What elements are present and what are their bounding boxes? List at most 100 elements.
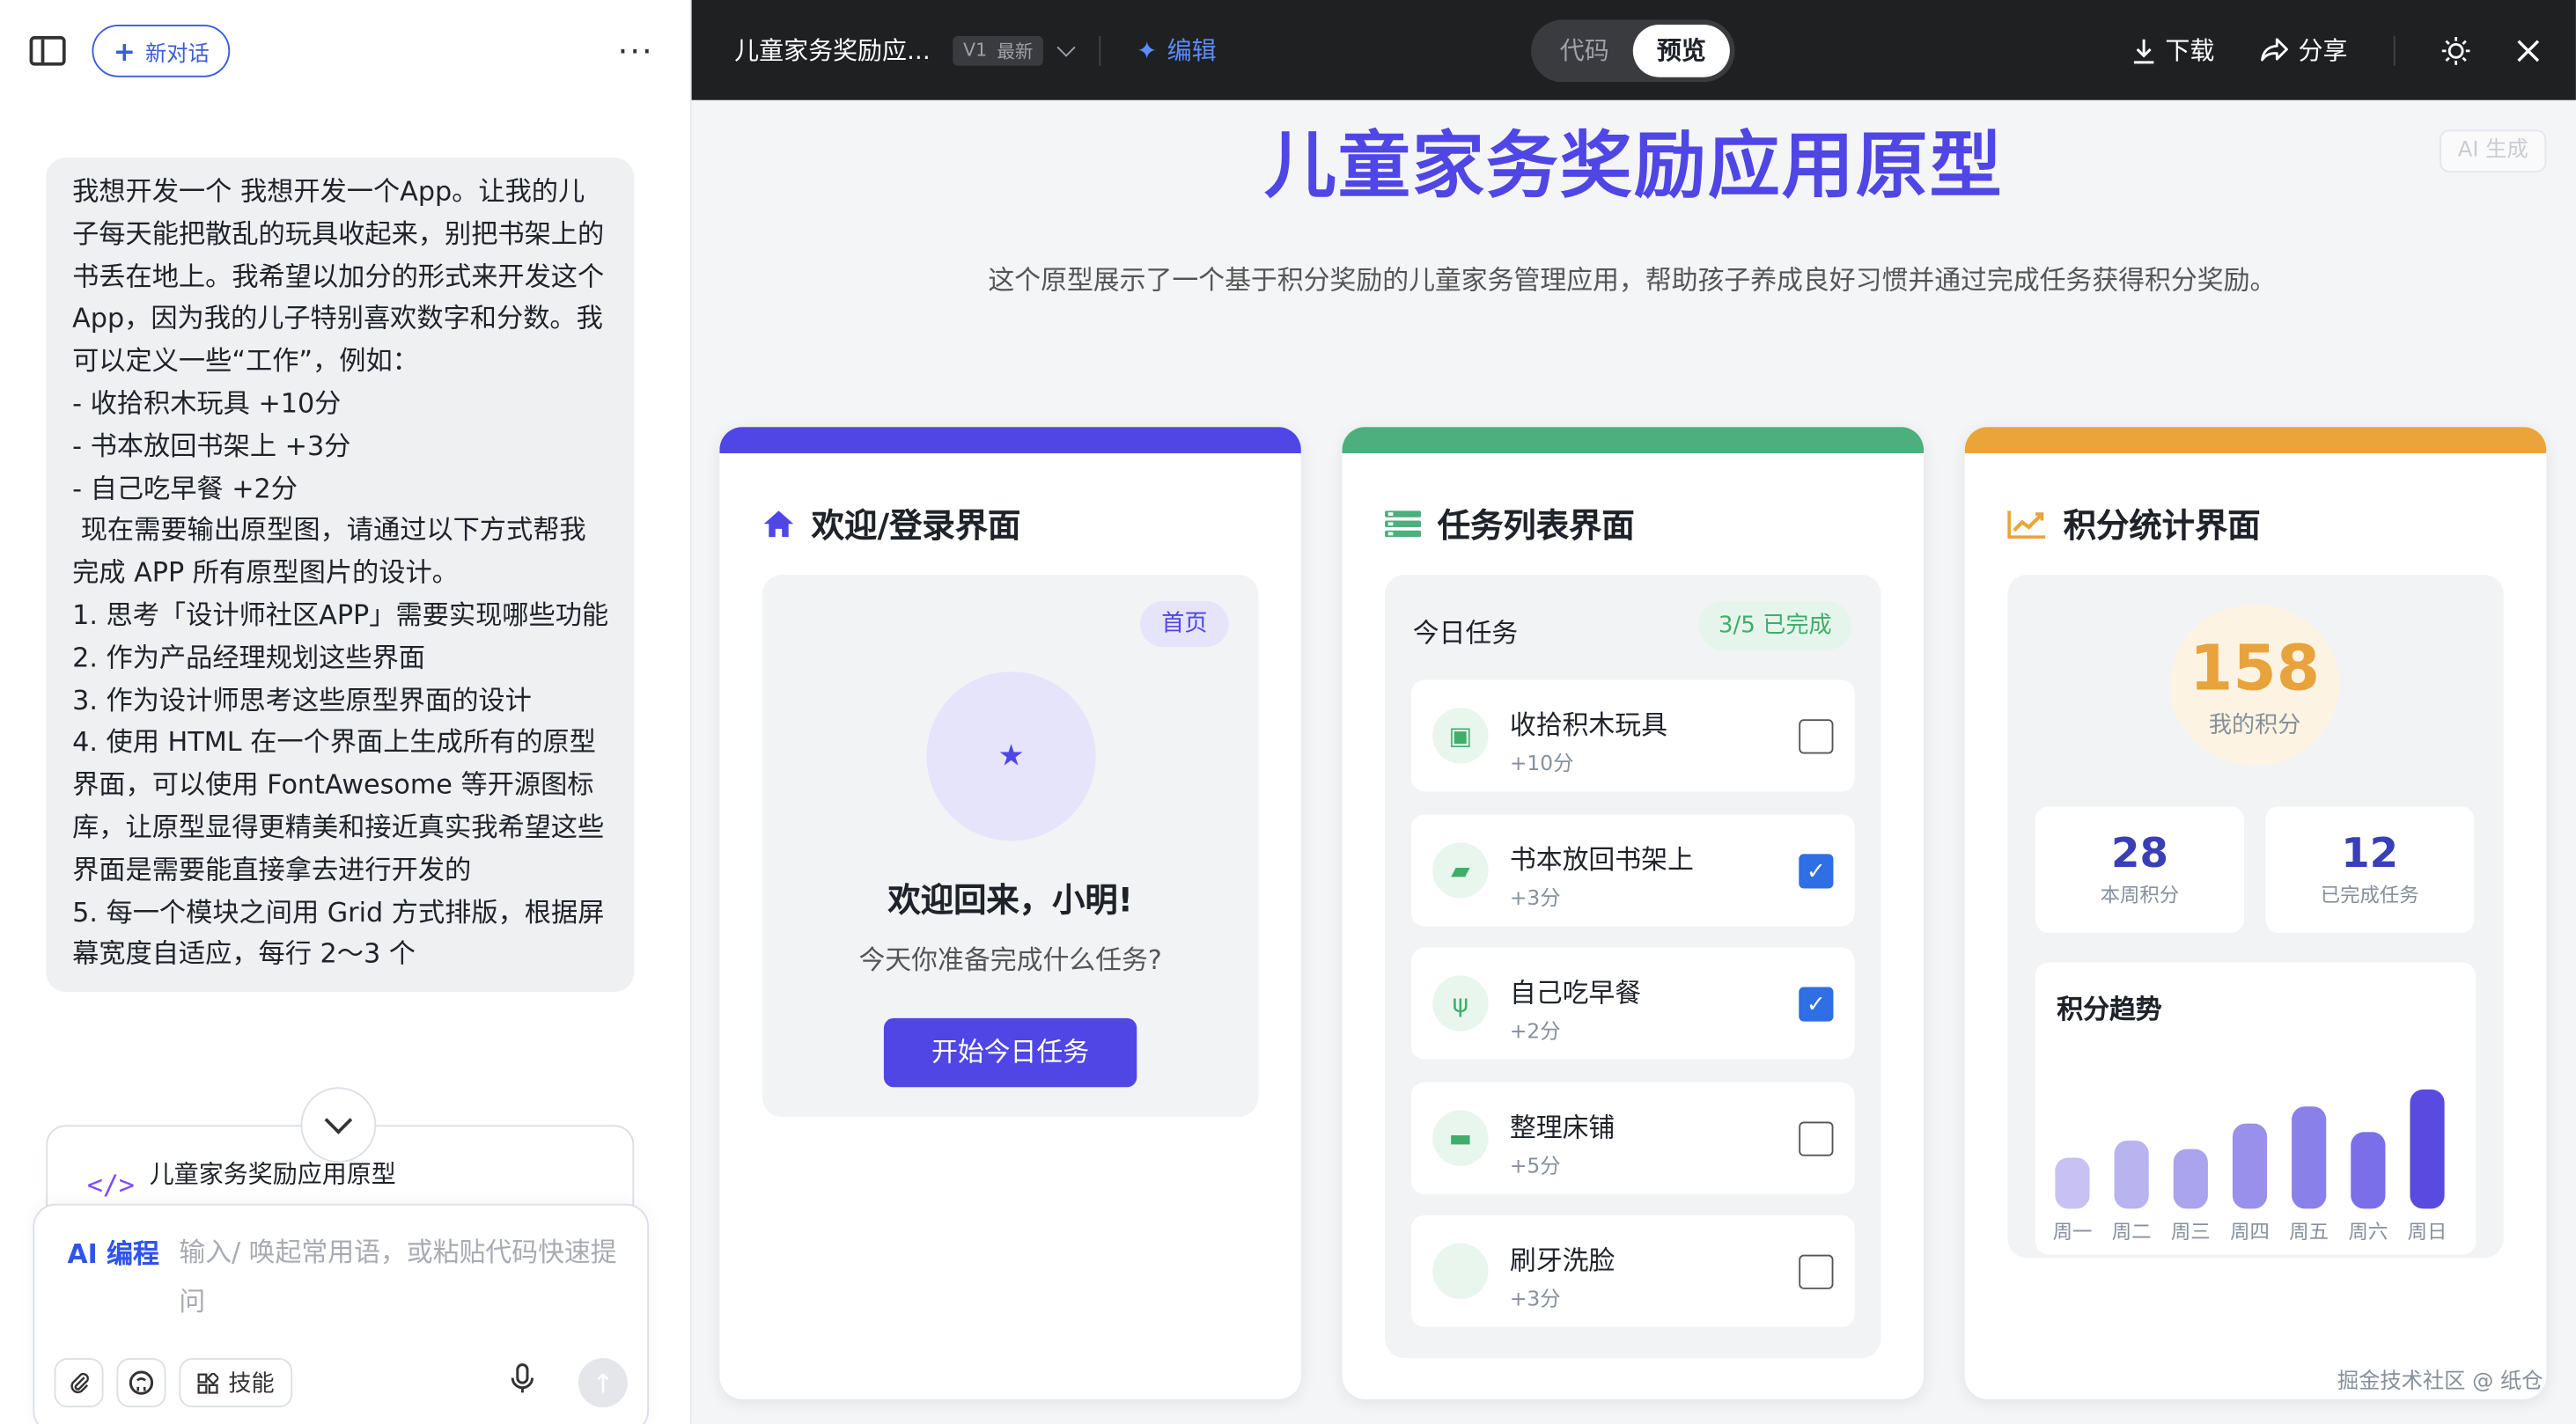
card-title: 任务列表界面 bbox=[1385, 499, 1635, 547]
chat-input-box[interactable]: AI 编程 输入/ 唤起常用语，或粘贴代码快速提问 技能 ↑ bbox=[33, 1203, 650, 1424]
task-item[interactable]: ▬ 整理床铺 +5分 bbox=[1410, 1082, 1855, 1194]
task-checkbox[interactable] bbox=[1799, 1254, 1834, 1289]
task-points: +5分 bbox=[1509, 1152, 1561, 1178]
artifact-title: 儿童家务奖励应用原型 bbox=[149, 1159, 396, 1189]
paperclip-icon bbox=[70, 1371, 89, 1393]
tasks-icon bbox=[1385, 510, 1422, 537]
divider bbox=[2393, 35, 2396, 65]
tasks-card-title: 任务列表界面 bbox=[1437, 505, 1635, 546]
stats-mockup: 158 我的积分 28 本周积分 12 已完成任务 积分趋势 周一 周二 周三 周四周… bbox=[2007, 575, 2504, 1259]
page-title: 儿童家务奖励应用原型 bbox=[1263, 124, 2004, 209]
skills-label: 技能 bbox=[228, 1371, 275, 1398]
tooth-icon bbox=[1432, 1243, 1489, 1300]
document-title[interactable]: 儿童家务奖励应... bbox=[734, 33, 931, 67]
trend-tick-label: 周二 bbox=[2112, 1221, 2152, 1244]
task-points: +10分 bbox=[1509, 750, 1574, 775]
completed-tasks-stat: 12 已完成任务 bbox=[2265, 806, 2475, 933]
code-icon: </> bbox=[86, 1169, 135, 1201]
home-badge[interactable]: 首页 bbox=[1140, 600, 1229, 648]
download-label: 下载 bbox=[2165, 36, 2215, 66]
share-button[interactable]: 分享 bbox=[2261, 33, 2348, 67]
task-list-card: 任务列表界面 今日任务 3/5 已完成 ▣ 收拾积木玩具 +10分 ▰ 书本放回… bbox=[1342, 427, 1925, 1399]
sidebar-toggle-icon[interactable] bbox=[29, 36, 66, 66]
total-points-circle: 158 我的积分 bbox=[2169, 604, 2340, 766]
task-name: 书本放回书架上 bbox=[1509, 844, 1694, 876]
task-item[interactable]: 刷牙洗脸 +3分 bbox=[1410, 1215, 1855, 1327]
attach-button[interactable] bbox=[54, 1358, 104, 1408]
download-button[interactable]: 下载 bbox=[2132, 33, 2214, 67]
user-message-text: 我想开发一个 我想开发一个App。让我的儿子每天能把散乱的玩具收起来，别把书架上… bbox=[72, 175, 609, 970]
send-button[interactable]: ↑ bbox=[578, 1358, 628, 1408]
edit-label: 编辑 bbox=[1167, 36, 1217, 66]
start-tasks-button[interactable]: 开始今日任务 bbox=[883, 1017, 1137, 1088]
plus-icon: + bbox=[113, 35, 136, 67]
today-tasks-heading: 今日任务 bbox=[1412, 617, 1519, 650]
chat-panel: + 新对话 ··· 我想开发一个 我想开发一个App。让我的儿子每天能把散乱的玩… bbox=[0, 0, 692, 1424]
tab-code[interactable]: 代码 bbox=[1536, 25, 1633, 77]
share-label: 分享 bbox=[2298, 36, 2348, 66]
task-name: 收拾积木玩具 bbox=[1509, 709, 1668, 741]
ai-coding-label[interactable]: AI 编程 bbox=[68, 1232, 159, 1272]
trend-bar-周六 bbox=[2351, 1132, 2386, 1209]
task-checkbox[interactable] bbox=[1799, 719, 1834, 754]
task-name: 自己吃早餐 bbox=[1509, 977, 1642, 1009]
microphone-button[interactable] bbox=[509, 1362, 535, 1404]
trend-bar-chart: 周一 周二 周三 周四 周五 周六 周日 bbox=[2053, 1089, 2447, 1244]
task-item[interactable]: ▣ 收拾积木玩具 +10分 bbox=[1410, 679, 1855, 792]
welcome-screen-card: 欢迎/登录界面 首页 ★ 欢迎回来，小明! 今天你准备完成什么任务? 开始今日任… bbox=[719, 427, 1301, 1399]
more-menu-button[interactable]: ··· bbox=[617, 31, 653, 70]
edit-button[interactable]: ✦ 编辑 bbox=[1137, 33, 1217, 67]
week-points-value: 28 bbox=[2110, 829, 2168, 877]
completed-tasks-label: 已完成任务 bbox=[2320, 883, 2419, 907]
stats-card-title: 积分统计界面 bbox=[2063, 505, 2261, 546]
trend-bar-周二 bbox=[2114, 1140, 2149, 1209]
trend-tick-label: 周六 bbox=[2348, 1221, 2388, 1244]
book-icon: ▰ bbox=[1432, 842, 1489, 899]
scroll-down-button[interactable] bbox=[300, 1087, 377, 1163]
task-item[interactable]: ▰ 书本放回书架上 +3分 ✓ bbox=[1410, 814, 1855, 927]
welcome-greeting: 欢迎回来，小明! bbox=[887, 880, 1133, 920]
new-chat-button[interactable]: + 新对话 bbox=[92, 24, 232, 77]
welcome-card-title: 欢迎/登录界面 bbox=[811, 505, 1021, 546]
task-item[interactable]: ψ 自己吃早餐 +2分 ✓ bbox=[1410, 947, 1855, 1060]
chevron-down-icon bbox=[324, 1106, 353, 1134]
chart-line-icon bbox=[2007, 510, 2046, 539]
task-list-mockup: 今日任务 3/5 已完成 ▣ 收拾积木玩具 +10分 ▰ 书本放回书架上 +3分… bbox=[1385, 575, 1881, 1359]
task-points: +3分 bbox=[1509, 884, 1561, 910]
chat-input-placeholder[interactable]: 输入/ 唤起常用语，或粘贴代码快速提问 bbox=[179, 1229, 626, 1327]
total-points-label: 我的积分 bbox=[2208, 712, 2301, 739]
microphone-icon bbox=[511, 1362, 534, 1392]
task-checkbox-checked[interactable]: ✓ bbox=[1799, 854, 1834, 889]
card-title: 积分统计界面 bbox=[2007, 499, 2261, 547]
phone-mockup: 首页 ★ 欢迎回来，小明! 今天你准备完成什么任务? 开始今日任务 bbox=[762, 575, 1259, 1117]
preview-canvas: AI 生成 儿童家务奖励应用原型 这个原型展示了一个基于积分奖励的儿童家务管理应… bbox=[691, 99, 2576, 1424]
download-icon bbox=[2133, 38, 2154, 63]
github-button[interactable] bbox=[116, 1358, 166, 1408]
view-mode-toggle: 代码 预览 bbox=[1531, 19, 1735, 83]
task-points: +2分 bbox=[1509, 1017, 1561, 1043]
task-points: +3分 bbox=[1509, 1286, 1561, 1311]
skills-button[interactable]: 技能 bbox=[179, 1358, 293, 1408]
bed-icon: ▬ bbox=[1432, 1110, 1489, 1166]
close-button[interactable] bbox=[2517, 39, 2540, 62]
theme-toggle-button[interactable] bbox=[2441, 35, 2471, 65]
star-icon: ★ bbox=[997, 738, 1025, 774]
trend-tick-label: 周一 bbox=[2053, 1221, 2093, 1244]
total-points-value: 158 bbox=[2190, 632, 2321, 705]
tab-preview[interactable]: 预览 bbox=[1632, 24, 1730, 77]
sparkle-icon: ✦ bbox=[1136, 35, 1158, 65]
trend-tick-label: 周三 bbox=[2171, 1221, 2211, 1244]
new-chat-label: 新对话 bbox=[144, 41, 210, 67]
home-icon bbox=[763, 510, 794, 537]
card-accent-bar bbox=[719, 427, 1301, 454]
task-checkbox[interactable] bbox=[1799, 1121, 1834, 1156]
version-tag[interactable]: V1 最新 bbox=[953, 35, 1043, 65]
week-points-stat: 28 本周积分 bbox=[2035, 806, 2244, 933]
grid-icon bbox=[197, 1372, 219, 1393]
version-latest: 最新 bbox=[997, 40, 1034, 62]
user-message-bubble: 我想开发一个 我想开发一个App。让我的儿子每天能把散乱的玩具收起来，别把书架上… bbox=[46, 158, 635, 993]
task-checkbox-checked[interactable]: ✓ bbox=[1799, 987, 1834, 1022]
trend-tick-label: 周日 bbox=[2408, 1221, 2447, 1244]
arrow-up-icon: ↑ bbox=[592, 1367, 615, 1398]
version-chevron-down-icon[interactable] bbox=[1056, 37, 1076, 56]
